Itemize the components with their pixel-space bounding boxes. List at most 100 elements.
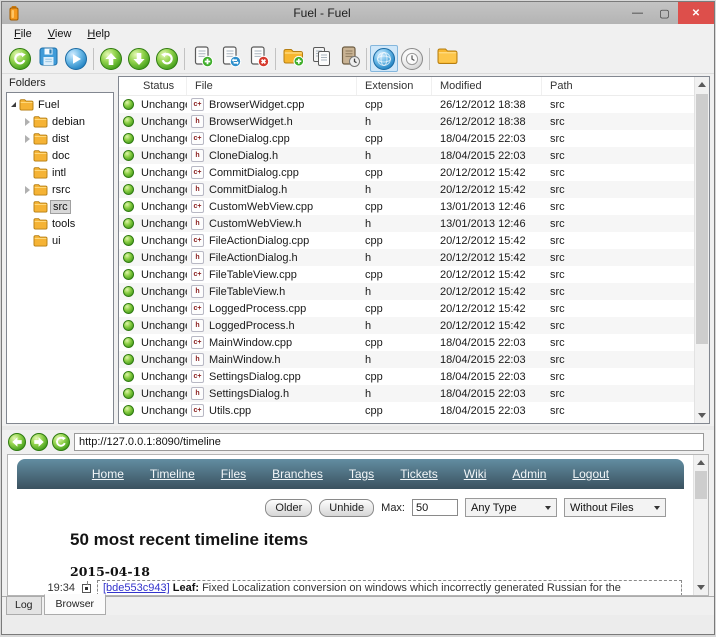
files-filter-select[interactable]: Without Files: [564, 498, 666, 517]
table-row[interactable]: Unchanged c+LoggedProcess.cpp cpp 20/12/…: [119, 300, 709, 317]
reload-button[interactable]: [52, 433, 70, 451]
folder-item-debian[interactable]: debian: [7, 113, 113, 130]
column-header-status[interactable]: Status: [119, 77, 187, 95]
titlebar[interactable]: Fuel - Fuel — ▢ ✕: [2, 2, 714, 24]
collapsed-arrow-icon[interactable]: [25, 118, 30, 126]
history-button[interactable]: [398, 45, 426, 72]
table-row[interactable]: Unchanged hSettingsDialog.h h 18/04/2015…: [119, 385, 709, 402]
commit-link[interactable]: [bde553c943]: [103, 582, 170, 594]
expanded-arrow-icon[interactable]: [11, 102, 16, 107]
diff-button[interactable]: [62, 45, 90, 72]
status-text: Unchanged: [141, 354, 187, 366]
column-header-modified[interactable]: Modified: [432, 77, 542, 95]
scrollbar-thumb[interactable]: [696, 94, 708, 344]
url-input[interactable]: [74, 433, 704, 451]
table-row[interactable]: Unchanged hCommitDialog.h h 20/12/2012 1…: [119, 181, 709, 198]
add-files-button[interactable]: [188, 45, 216, 72]
table-row[interactable]: Unchanged hFileTableView.h h 20/12/2012 …: [119, 283, 709, 300]
table-row[interactable]: Unchanged hCustomWebView.h h 13/01/2013 …: [119, 215, 709, 232]
nav-timeline[interactable]: Timeline: [150, 467, 195, 481]
folder-item-tools[interactable]: tools: [7, 215, 113, 232]
table-scrollbar[interactable]: [694, 77, 709, 423]
menu-help[interactable]: Help: [79, 26, 118, 42]
status-text: Unchanged: [141, 150, 187, 162]
table-row[interactable]: Unchanged c+BrowserWidget.cpp cpp 26/12/…: [119, 96, 709, 113]
push-button[interactable]: [97, 45, 125, 72]
minimize-button[interactable]: —: [624, 2, 651, 24]
table-row[interactable]: Unchanged hMainWindow.h h 18/04/2015 22:…: [119, 351, 709, 368]
back-button[interactable]: [8, 433, 26, 451]
scroll-up-button[interactable]: [694, 455, 708, 470]
table-row[interactable]: Unchanged hCloneDialog.h h 18/04/2015 22…: [119, 147, 709, 164]
status-unchanged-icon: [123, 371, 134, 382]
nav-tags[interactable]: Tags: [349, 467, 374, 481]
table-row[interactable]: Unchanged c+CommitDialog.cpp cpp 20/12/2…: [119, 164, 709, 181]
file-name: SettingsDialog.h: [209, 388, 289, 400]
table-row[interactable]: Unchanged hBrowserWidget.h h 26/12/2012 …: [119, 113, 709, 130]
column-header-file[interactable]: File: [187, 77, 357, 95]
nav-branches[interactable]: Branches: [272, 467, 323, 481]
collapsed-arrow-icon[interactable]: [25, 135, 30, 143]
toolbar-separator: [366, 48, 367, 70]
table-row[interactable]: Unchanged c+FileTableView.cpp cpp 20/12/…: [119, 266, 709, 283]
max-input[interactable]: [412, 499, 458, 516]
nav-files[interactable]: Files: [221, 467, 246, 481]
menu-file[interactable]: File: [6, 26, 40, 42]
refresh-button[interactable]: [6, 45, 34, 72]
column-header-extension[interactable]: Extension: [357, 77, 432, 95]
close-button[interactable]: ✕: [678, 2, 714, 24]
revert-files-button[interactable]: [216, 45, 244, 72]
table-row[interactable]: Unchanged c+CloneDialog.cpp cpp 18/04/20…: [119, 130, 709, 147]
copy-button[interactable]: [307, 45, 335, 72]
nav-wiki[interactable]: Wiki: [464, 467, 487, 481]
add-folder-button[interactable]: [279, 45, 307, 72]
collapsed-arrow-icon[interactable]: [25, 186, 30, 194]
unhide-button[interactable]: Unhide: [319, 499, 374, 517]
forward-button[interactable]: [30, 433, 48, 451]
type-filter-select[interactable]: Any Type: [465, 498, 557, 517]
fossil-ui-button[interactable]: [370, 45, 398, 72]
folder-item-rsrc[interactable]: rsrc: [7, 181, 113, 198]
tab-log[interactable]: Log: [6, 597, 42, 615]
scrollbar-thumb[interactable]: [695, 471, 707, 499]
arrow-down-icon[interactable]: [697, 585, 705, 590]
nav-logout[interactable]: Logout: [572, 467, 609, 481]
table-row[interactable]: Unchanged hLoggedProcess.h h 20/12/2012 …: [119, 317, 709, 334]
table-row[interactable]: Unchanged c+CustomWebView.cpp cpp 13/01/…: [119, 198, 709, 215]
folder-item-doc[interactable]: doc: [7, 147, 113, 164]
folder-item-src[interactable]: src: [7, 198, 113, 215]
update-button[interactable]: [153, 45, 181, 72]
delete-files-button[interactable]: [244, 45, 272, 72]
scroll-up-button[interactable]: [695, 77, 709, 92]
menu-view[interactable]: View: [40, 26, 80, 42]
table-row[interactable]: Unchanged hFileActionDialog.h h 20/12/20…: [119, 249, 709, 266]
maximize-button[interactable]: ▢: [651, 2, 678, 24]
filetype-cpp-icon: c+: [191, 336, 204, 349]
save-icon: [37, 45, 60, 73]
file-name: CustomWebView.cpp: [209, 201, 313, 213]
file-modified: 13/01/2013 12:46: [432, 218, 542, 230]
older-button[interactable]: Older: [265, 499, 312, 517]
stash-button[interactable]: [335, 45, 363, 72]
table-row[interactable]: Unchanged c+MainWindow.cpp cpp 18/04/201…: [119, 334, 709, 351]
table-row[interactable]: Unchanged c+Utils.cpp cpp 18/04/2015 22:…: [119, 402, 709, 419]
file-path: src: [542, 269, 709, 281]
open-workspace-button[interactable]: [433, 45, 461, 72]
save-button[interactable]: [34, 45, 62, 72]
folder-item-intl[interactable]: intl: [7, 164, 113, 181]
nav-home[interactable]: Home: [92, 467, 124, 481]
file-name: Utils.cpp: [209, 405, 251, 417]
file-extension: h: [357, 184, 432, 196]
table-row[interactable]: Unchanged c+FileActionDialog.cpp cpp 20/…: [119, 232, 709, 249]
nav-tickets[interactable]: Tickets: [400, 467, 438, 481]
folder-item-dist[interactable]: dist: [7, 130, 113, 147]
column-header-path[interactable]: Path: [542, 77, 709, 95]
web-scrollbar[interactable]: [693, 455, 708, 595]
table-row[interactable]: Unchanged c+SettingsDialog.cpp cpp 18/04…: [119, 368, 709, 385]
pull-button[interactable]: [125, 45, 153, 72]
nav-admin[interactable]: Admin: [512, 467, 546, 481]
folder-item-root[interactable]: Fuel: [7, 96, 113, 113]
folder-item-ui[interactable]: ui: [7, 232, 113, 249]
arrow-down-icon[interactable]: [698, 413, 706, 418]
tab-browser[interactable]: Browser: [44, 594, 107, 615]
